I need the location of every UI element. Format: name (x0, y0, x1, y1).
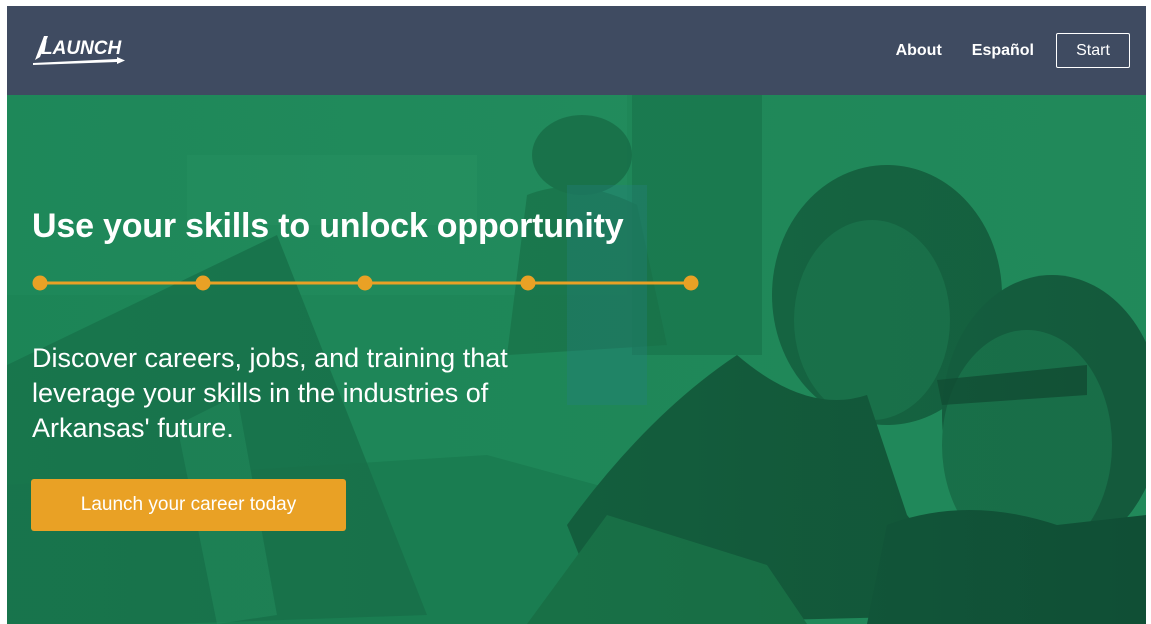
nav-links: About Español Start (896, 32, 1130, 69)
hero-subheadline: Discover careers, jobs, and training tha… (32, 343, 508, 443)
step-dot (683, 275, 699, 291)
start-button[interactable]: Start (1056, 33, 1130, 68)
logo-text: LAUNCH (41, 38, 122, 59)
launch-career-button[interactable]: Launch your career today (31, 479, 346, 531)
page-frame: LAUNCH About Español Start Use your skil… (7, 6, 1146, 624)
hero-headline: Use your skills to unlock opportunity (32, 207, 624, 245)
step-dot (357, 275, 373, 291)
nav-link-espanol[interactable]: Español (972, 42, 1034, 60)
launch-logo-icon: LAUNCH (33, 36, 125, 65)
step-dot (520, 275, 536, 291)
launch-logo[interactable]: LAUNCH (31, 32, 129, 68)
hero-section: Use your skills to unlock opportunity Di… (7, 95, 1146, 624)
step-dot (32, 275, 48, 291)
nav-link-about[interactable]: About (896, 42, 942, 60)
step-dots-icon (32, 275, 699, 291)
top-navbar: LAUNCH About Español Start (7, 6, 1146, 95)
step-dot (195, 275, 211, 291)
